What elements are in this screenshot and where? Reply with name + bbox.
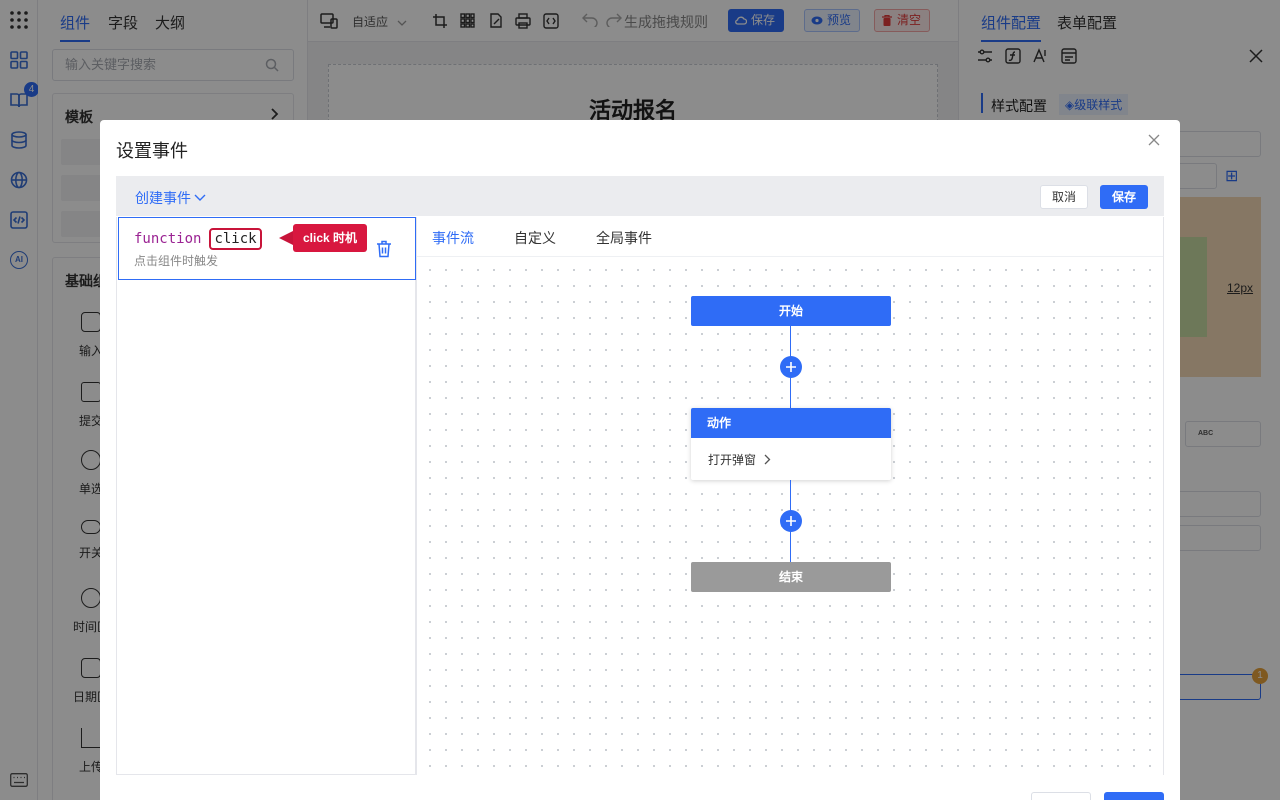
action-node-title: 动作 [691,408,891,438]
footer-confirm-button[interactable] [1104,792,1164,800]
event-settings-dialog: 设置事件 创建事件 取消 保存 function click 点击组件时触发 c… [100,120,1180,800]
chevron-down-icon [194,194,206,201]
event-name-highlight: click [209,228,262,250]
create-event-dropdown[interactable]: 创建事件 [135,188,206,208]
add-step-icon[interactable] [780,356,802,378]
delete-event-icon[interactable] [376,240,394,258]
chevron-right-icon [764,454,771,465]
action-open-dialog[interactable]: 打开弹窗 [708,451,771,468]
flow-canvas[interactable]: 开始 动作 打开弹窗 结束 [417,257,1163,775]
flow-action-node[interactable]: 动作 打开弹窗 [691,408,891,480]
flow-start-node[interactable]: 开始 [691,296,891,326]
tab-global-events[interactable]: 全局事件 [596,228,652,248]
event-item-click[interactable]: function click 点击组件时触发 click 时机 [118,217,416,280]
cancel-button[interactable]: 取消 [1040,185,1088,209]
save-button[interactable]: 保存 [1100,185,1148,209]
add-step-icon[interactable] [780,510,802,532]
function-keyword: function [134,231,202,247]
flow-tabs: 事件流 自定义 全局事件 [417,217,1163,259]
tab-event-flow[interactable]: 事件流 [432,228,474,259]
callout-arrow [279,231,293,245]
callout-label: click 时机 [293,224,368,252]
event-flow-panel: 事件流 自定义 全局事件 开始 动作 打开弹窗 结束 [416,217,1164,775]
event-header-bar: 创建事件 取消 保存 [116,176,1164,216]
footer-cancel-button[interactable] [1031,792,1091,800]
event-list: function click 点击组件时触发 click 时机 [116,217,416,775]
dialog-title: 设置事件 [116,141,188,161]
event-description: 点击组件时触发 [134,254,219,268]
annotation-callout: click 时机 [279,224,368,252]
close-icon[interactable] [1148,134,1164,150]
flow-end-node[interactable]: 结束 [691,562,891,592]
tab-custom[interactable]: 自定义 [514,228,556,248]
function-signature: function click [134,228,262,250]
